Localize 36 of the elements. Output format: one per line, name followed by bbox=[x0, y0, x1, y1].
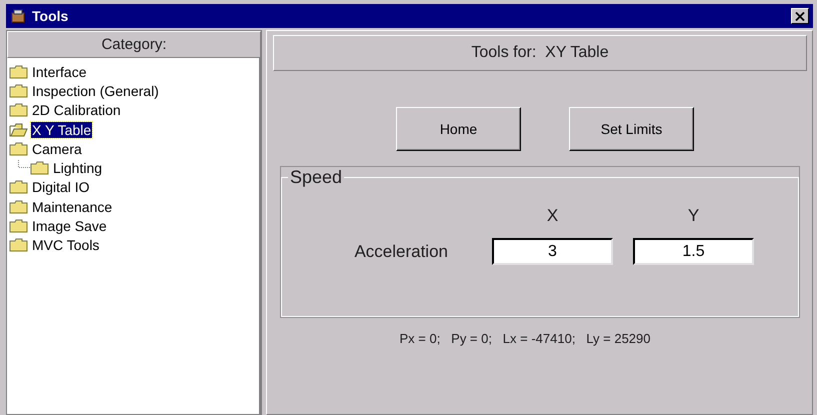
tree-item[interactable]: Camera bbox=[9, 139, 257, 158]
tree-item[interactable]: Inspection (General) bbox=[9, 81, 257, 101]
tree-connector-line bbox=[18, 160, 30, 168]
input-field[interactable]: 1.5 bbox=[633, 238, 754, 265]
tools-header: Tools for: XY Table bbox=[273, 35, 807, 71]
tree-item[interactable]: Interface bbox=[9, 62, 257, 82]
open-folder-icon bbox=[9, 122, 28, 137]
folder-icon bbox=[9, 180, 28, 194]
category-header: Category: bbox=[7, 31, 261, 58]
folder-icon bbox=[9, 84, 28, 98]
window-title: Tools bbox=[32, 8, 68, 24]
tree-item[interactable]: 2D Calibration bbox=[9, 100, 257, 120]
folder-icon bbox=[9, 103, 28, 118]
tree-item[interactable]: X Y Table bbox=[9, 120, 257, 140]
close-icon bbox=[795, 12, 805, 20]
tool-button[interactable]: Set Limits bbox=[569, 107, 694, 151]
position-readout: Px = 0; Py = 0; Lx = -47410; Ly = 25290 bbox=[398, 331, 652, 346]
tree-item[interactable]: Image Save bbox=[9, 216, 257, 236]
folder-icon bbox=[30, 161, 49, 176]
row-label: Acceleration bbox=[353, 242, 449, 262]
tool-button[interactable]: Home bbox=[396, 107, 521, 151]
input-field[interactable]: 3 bbox=[492, 238, 613, 265]
close-button[interactable] bbox=[791, 8, 809, 24]
folder-icon bbox=[9, 238, 28, 252]
folder-icon bbox=[9, 219, 28, 234]
group-title: Speed bbox=[289, 167, 344, 188]
tree-item[interactable]: Lighting bbox=[9, 158, 257, 178]
column-label: Y bbox=[686, 206, 700, 226]
column-label: X bbox=[546, 206, 560, 226]
folder-icon bbox=[9, 142, 28, 156]
folder-icon bbox=[9, 200, 28, 214]
tree-item[interactable]: Digital IO bbox=[9, 178, 257, 198]
tree-item[interactable]: MVC Tools bbox=[9, 236, 257, 255]
tree-item[interactable]: Maintenance bbox=[9, 197, 257, 216]
toolbox-icon bbox=[10, 8, 26, 24]
folder-icon bbox=[9, 64, 28, 79]
